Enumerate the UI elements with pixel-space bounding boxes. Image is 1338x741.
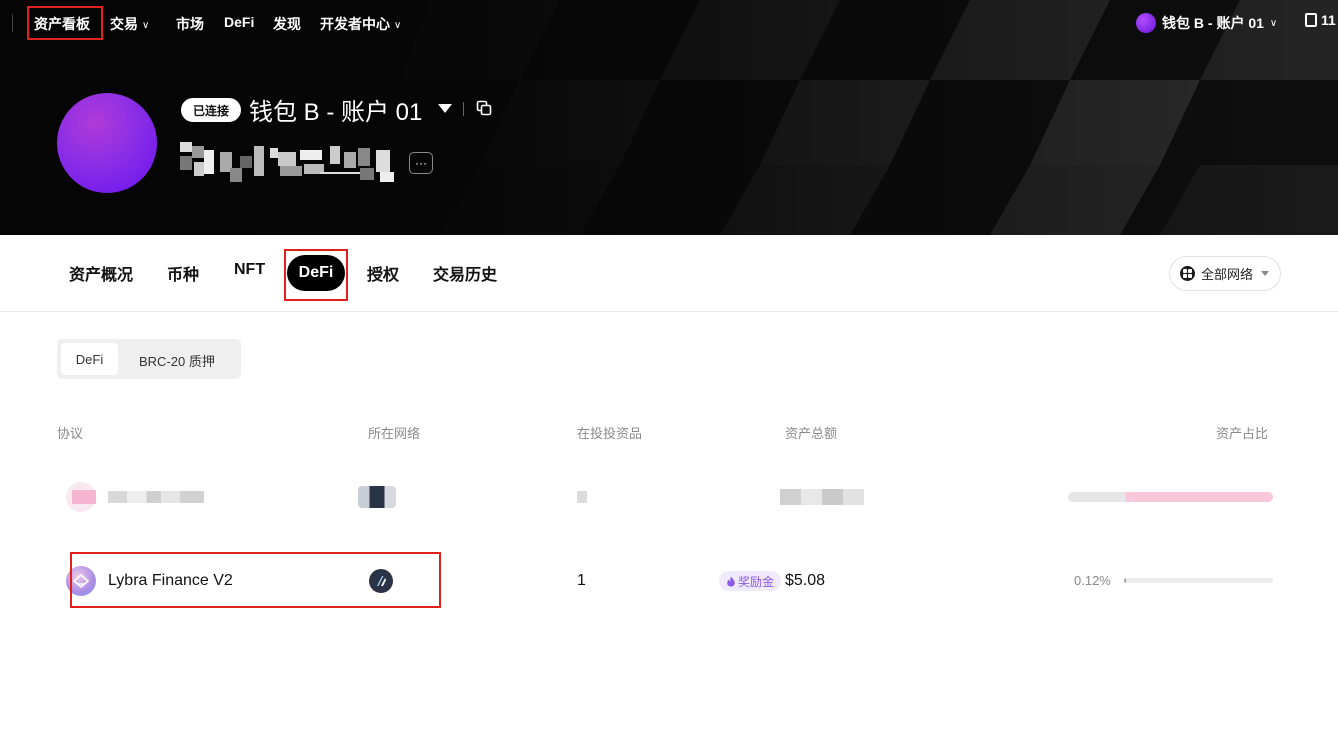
nav-item-defi[interactable]: DeFi [224,14,254,30]
chevron-down-icon: ∨ [142,20,150,31]
wallet-title: 钱包 B - 账户 01 [249,99,423,126]
wallet-avatar [57,93,157,193]
annotation-highlight-tab [284,249,348,301]
main-tabs: 资产概况 币种 NFT DeFi 授权 交易历史 全部网络 [0,235,1338,312]
tab-asset-overview[interactable]: 资产概况 [69,261,133,285]
chevron-down-icon: ∨ [394,20,402,31]
tab-tokens[interactable]: 币种 [167,261,199,285]
nav-item-discover[interactable]: 发现 [273,14,301,34]
title-divider [463,102,464,116]
column-header-total: 资产总额 [785,426,838,441]
nav-item-label: 开发者中心 [320,16,390,32]
share-progress-bar [1124,578,1273,583]
total-value-obscured [780,489,864,505]
top-navigation: 资产看板 交易 ∨ 市场 DeFi 发现 开发者中心 ∨ 钱包 B - 账户 01 … [0,0,1338,46]
flame-icon [727,576,735,586]
account-switcher[interactable]: 钱包 B - 账户 01 ∨ [1136,12,1277,34]
tab-approvals[interactable]: 授权 [367,261,399,285]
nav-divider [12,14,13,32]
column-header-protocol: 协议 [57,426,84,441]
tab-nft[interactable]: NFT [234,261,265,279]
share-progress-fill [1124,578,1127,583]
account-avatar-icon [1136,13,1156,33]
network-filter-label: 全部网络 [1201,267,1254,282]
tab-transaction-history[interactable]: 交易历史 [433,261,497,285]
network-logo-obscured [358,486,396,508]
defi-type-segmented-control: DeFi BRC-20 质押 [57,339,241,379]
reward-badge[interactable]: 奖励金 [719,571,781,591]
wallet-address-obscured [180,142,394,182]
network-filter-dropdown[interactable]: 全部网络 [1169,256,1281,291]
nav-item-developer-center[interactable]: 开发者中心 ∨ [320,14,401,34]
protocol-logo-mosaic [72,490,96,504]
nav-item-label: 交易 [110,16,138,32]
all-networks-icon [1180,266,1195,281]
share-percentage: 0.12% [1074,573,1111,588]
more-options-button[interactable]: ··· [409,152,433,174]
account-switcher-label: 钱包 B - 账户 01 [1162,15,1264,31]
caret-down-icon [1261,271,1270,276]
column-header-share: 资产占比 [1216,426,1269,441]
chevron-down-icon: ∨ [1269,17,1278,29]
total-value: $5.08 [785,572,826,589]
protocol-name-obscured [108,491,204,503]
column-header-assets: 在投投资品 [577,426,643,441]
column-header-network: 所在网络 [368,426,421,441]
saved-items-button[interactable]: 11 [1305,12,1336,28]
asset-count: 1 [577,572,586,589]
annotation-highlight-row [70,552,441,608]
nav-item-market[interactable]: 市场 [176,14,204,34]
header-hero: 资产看板 交易 ∨ 市场 DeFi 发现 开发者中心 ∨ 钱包 B - 账户 01 … [0,0,1338,235]
connection-status-badge: 已连接 [181,98,241,122]
nav-item-trade[interactable]: 交易 ∨ [110,14,149,34]
caret-down-icon[interactable] [438,104,452,113]
segment-defi[interactable]: DeFi [61,343,118,375]
share-bar-obscured [1068,492,1273,502]
annotation-highlight-nav [27,6,103,40]
asset-count-obscured [577,491,587,503]
save-icon [1305,13,1317,27]
copy-icon[interactable] [476,100,492,116]
segment-brc20-staking[interactable]: BRC-20 质押 [139,351,215,370]
reward-badge-label: 奖励金 [737,574,774,589]
saved-items-count: 11 [1321,12,1336,28]
